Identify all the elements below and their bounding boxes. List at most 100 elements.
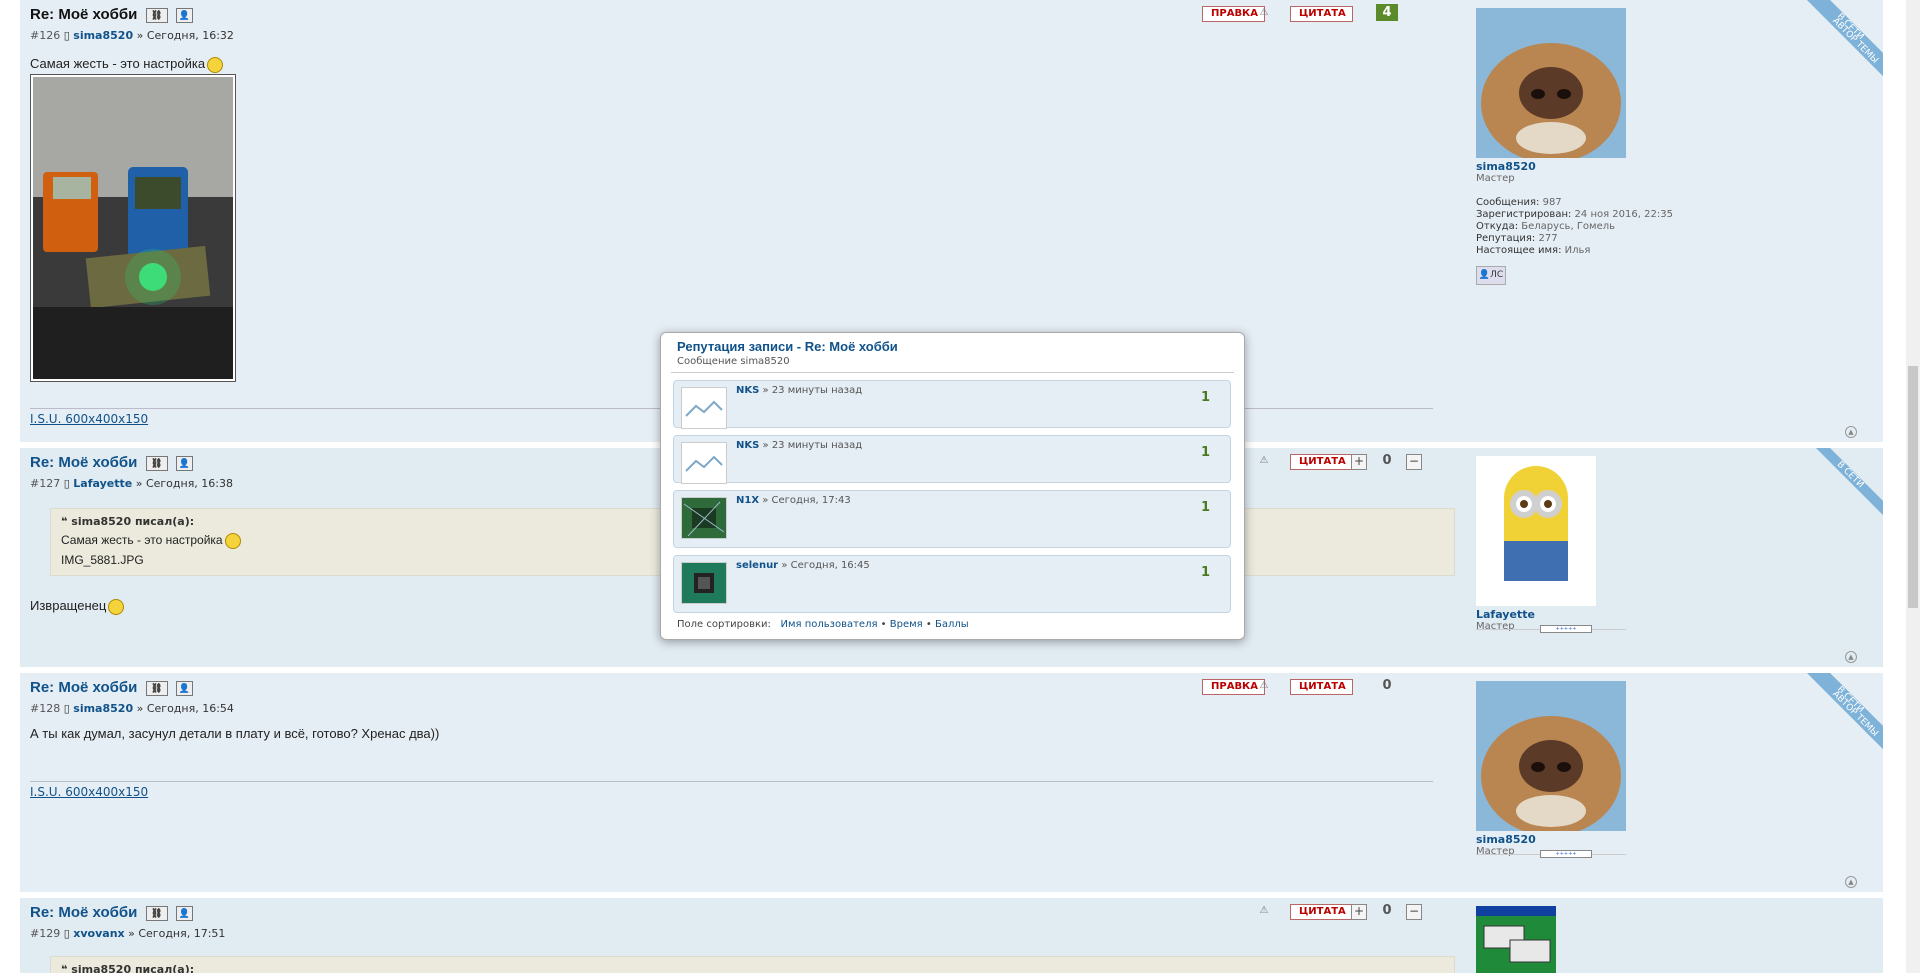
post-text-body: Самая жесть - это настройка <box>30 56 206 71</box>
separator: » <box>128 927 135 940</box>
rep-giver: N1X » Сегодня, 17:43 <box>736 495 851 506</box>
profile-username[interactable]: sima8520 <box>1476 160 1536 173</box>
photo-oscilloscope <box>33 77 233 379</box>
user-avatar-thumb[interactable] <box>681 387 727 429</box>
avatar[interactable] <box>1476 681 1626 831</box>
profile-icon[interactable]: 👤 <box>175 905 193 921</box>
post-title[interactable]: Re: Моё хобби ⛓ 👤 <box>30 454 193 471</box>
back-to-top-icon[interactable]: ▲ <box>1845 426 1857 438</box>
separator: » <box>136 29 144 42</box>
profile-stats: Сообщения: 987 Зарегистрирован: 24 ноя 2… <box>1476 197 1673 257</box>
online-ribbon: В СЕТИ АВТОР ТЕМЫ <box>1793 673 1883 763</box>
rep-item: NKS » 23 минуты назад 1 <box>673 435 1231 484</box>
stat-posts: Сообщения: 987 <box>1476 197 1562 208</box>
back-to-top-icon[interactable]: ▲ <box>1845 651 1857 663</box>
avatar[interactable] <box>1476 456 1596 606</box>
report-icon[interactable]: ⚠ <box>1258 905 1270 917</box>
report-icon[interactable]: ⚠ <box>1258 7 1270 19</box>
post-title[interactable]: Re: Моё хобби ⛓ 👤 <box>30 6 193 23</box>
sort-by-time[interactable]: Время <box>890 619 923 630</box>
profile-username[interactable]: Lafayette <box>1476 608 1535 621</box>
stat-reputation: Репутация: 277 <box>1476 233 1558 244</box>
link-icon[interactable]: ⛓ <box>145 7 168 23</box>
post-author[interactable]: Lafayette <box>73 477 132 490</box>
post-number[interactable]: #129 <box>30 927 60 940</box>
post-author[interactable]: sima8520 <box>73 29 133 42</box>
post-title-text[interactable]: Re: Моё хобби <box>30 904 137 921</box>
post-number[interactable]: #126 <box>30 29 60 42</box>
rep-giver: NKS » 23 минуты назад <box>736 385 863 396</box>
ribbon-online: В СЕТИ <box>1800 673 1883 750</box>
link-icon[interactable]: ⛓ <box>145 905 168 921</box>
post-reputation-score[interactable]: 0 <box>1376 677 1398 694</box>
rep-user-link[interactable]: N1X <box>736 495 759 506</box>
post-meta: #127 ▯ Lafayette » Сегодня, 16:38 <box>30 477 233 490</box>
post-title-text[interactable]: Re: Моё хобби <box>30 6 137 23</box>
rep-minus-button[interactable]: − <box>1406 454 1422 470</box>
rep-user-link[interactable]: selenur <box>736 560 778 571</box>
separator: » <box>136 702 144 715</box>
pm-button[interactable]: 👤ЛС <box>1476 266 1506 285</box>
reputation-bar: +++++ <box>1540 850 1592 858</box>
quote-block: ❝ sima8520 писал(а): <box>50 956 1455 973</box>
post-icon: ▯ <box>63 702 70 715</box>
rep-plus-button[interactable]: + <box>1351 904 1367 920</box>
post-image[interactable] <box>30 74 236 382</box>
page-scrollbar[interactable] <box>1906 0 1920 973</box>
signature-link[interactable]: I.S.U. 600x400x150 <box>30 412 148 426</box>
stat-registered: Зарегистрирован: 24 ноя 2016, 22:35 <box>1476 209 1673 220</box>
post-meta: #126 ▯ sima8520 » Сегодня, 16:32 <box>30 29 234 42</box>
rep-user-link[interactable]: NKS <box>736 440 759 451</box>
post-meta: #129 ▯ xvovanx » Сегодня, 17:51 <box>30 927 225 940</box>
user-avatar-thumb[interactable] <box>681 442 727 484</box>
user-avatar-thumb[interactable] <box>681 497 727 539</box>
link-icon[interactable]: ⛓ <box>145 455 168 471</box>
quote-button[interactable]: ЦИТАТА <box>1290 679 1353 695</box>
profile-icon[interactable]: 👤 <box>175 7 193 23</box>
avatar[interactable] <box>1476 906 1556 973</box>
post-title[interactable]: Re: Моё хобби ⛓ 👤 <box>30 679 193 696</box>
post-reputation-score[interactable]: 0 <box>1376 452 1398 469</box>
post-text: А ты как думал, засунул детали в плату и… <box>30 726 440 741</box>
rep-minus-button[interactable]: − <box>1406 904 1422 920</box>
report-icon[interactable]: ⚠ <box>1258 680 1270 692</box>
post-reputation-score[interactable]: 0 <box>1376 902 1398 919</box>
quote-button[interactable]: ЦИТАТА <box>1290 454 1353 470</box>
rep-plus-button[interactable]: + <box>1351 454 1367 470</box>
edit-button[interactable]: ПРАВКА <box>1202 679 1265 695</box>
post-number[interactable]: #128 <box>30 702 60 715</box>
post-title[interactable]: Re: Моё хобби ⛓ 👤 <box>30 904 193 921</box>
sort-separator: • <box>925 619 932 630</box>
user-avatar-thumb[interactable] <box>681 562 727 604</box>
sort-by-username[interactable]: Имя пользователя <box>780 619 877 630</box>
profile-rank: Мастер <box>1476 846 1515 857</box>
post-time: Сегодня, 17:51 <box>138 927 226 940</box>
rep-user-link[interactable]: NKS <box>736 385 759 396</box>
sort-bar: Поле сортировки: Имя пользователя • Врем… <box>677 619 969 630</box>
scrollbar-thumb[interactable] <box>1908 366 1918 608</box>
quote-button[interactable]: ЦИТАТА <box>1290 904 1353 920</box>
popup-subtitle: Сообщение sima8520 <box>677 356 790 367</box>
signature-link[interactable]: I.S.U. 600x400x150 <box>30 785 148 799</box>
post-author[interactable]: xvovanx <box>73 927 124 940</box>
edit-button[interactable]: ПРАВКА <box>1202 6 1265 22</box>
smile-icon <box>108 598 125 615</box>
quote-file: IMG_5881.JPG <box>61 553 144 567</box>
profile-icon[interactable]: 👤 <box>175 680 193 696</box>
avatar[interactable] <box>1476 8 1626 158</box>
post-title-text[interactable]: Re: Моё хобби <box>30 454 137 471</box>
profile-icon[interactable]: 👤 <box>175 455 193 471</box>
report-icon[interactable]: ⚠ <box>1258 455 1270 467</box>
post-author[interactable]: sima8520 <box>73 702 133 715</box>
rep-points: 1 <box>1200 390 1210 405</box>
rep-giver: NKS » 23 минуты назад <box>736 440 863 451</box>
post-time: Сегодня, 16:54 <box>146 702 234 715</box>
quote-button[interactable]: ЦИТАТА <box>1290 6 1353 22</box>
sort-by-points[interactable]: Баллы <box>935 619 969 630</box>
link-icon[interactable]: ⛓ <box>145 680 168 696</box>
profile-username[interactable]: sima8520 <box>1476 833 1536 846</box>
back-to-top-icon[interactable]: ▲ <box>1845 876 1857 888</box>
post-number[interactable]: #127 <box>30 477 60 490</box>
post-reputation-score[interactable]: 4 <box>1376 4 1398 21</box>
post-title-text[interactable]: Re: Моё хобби <box>30 679 137 696</box>
